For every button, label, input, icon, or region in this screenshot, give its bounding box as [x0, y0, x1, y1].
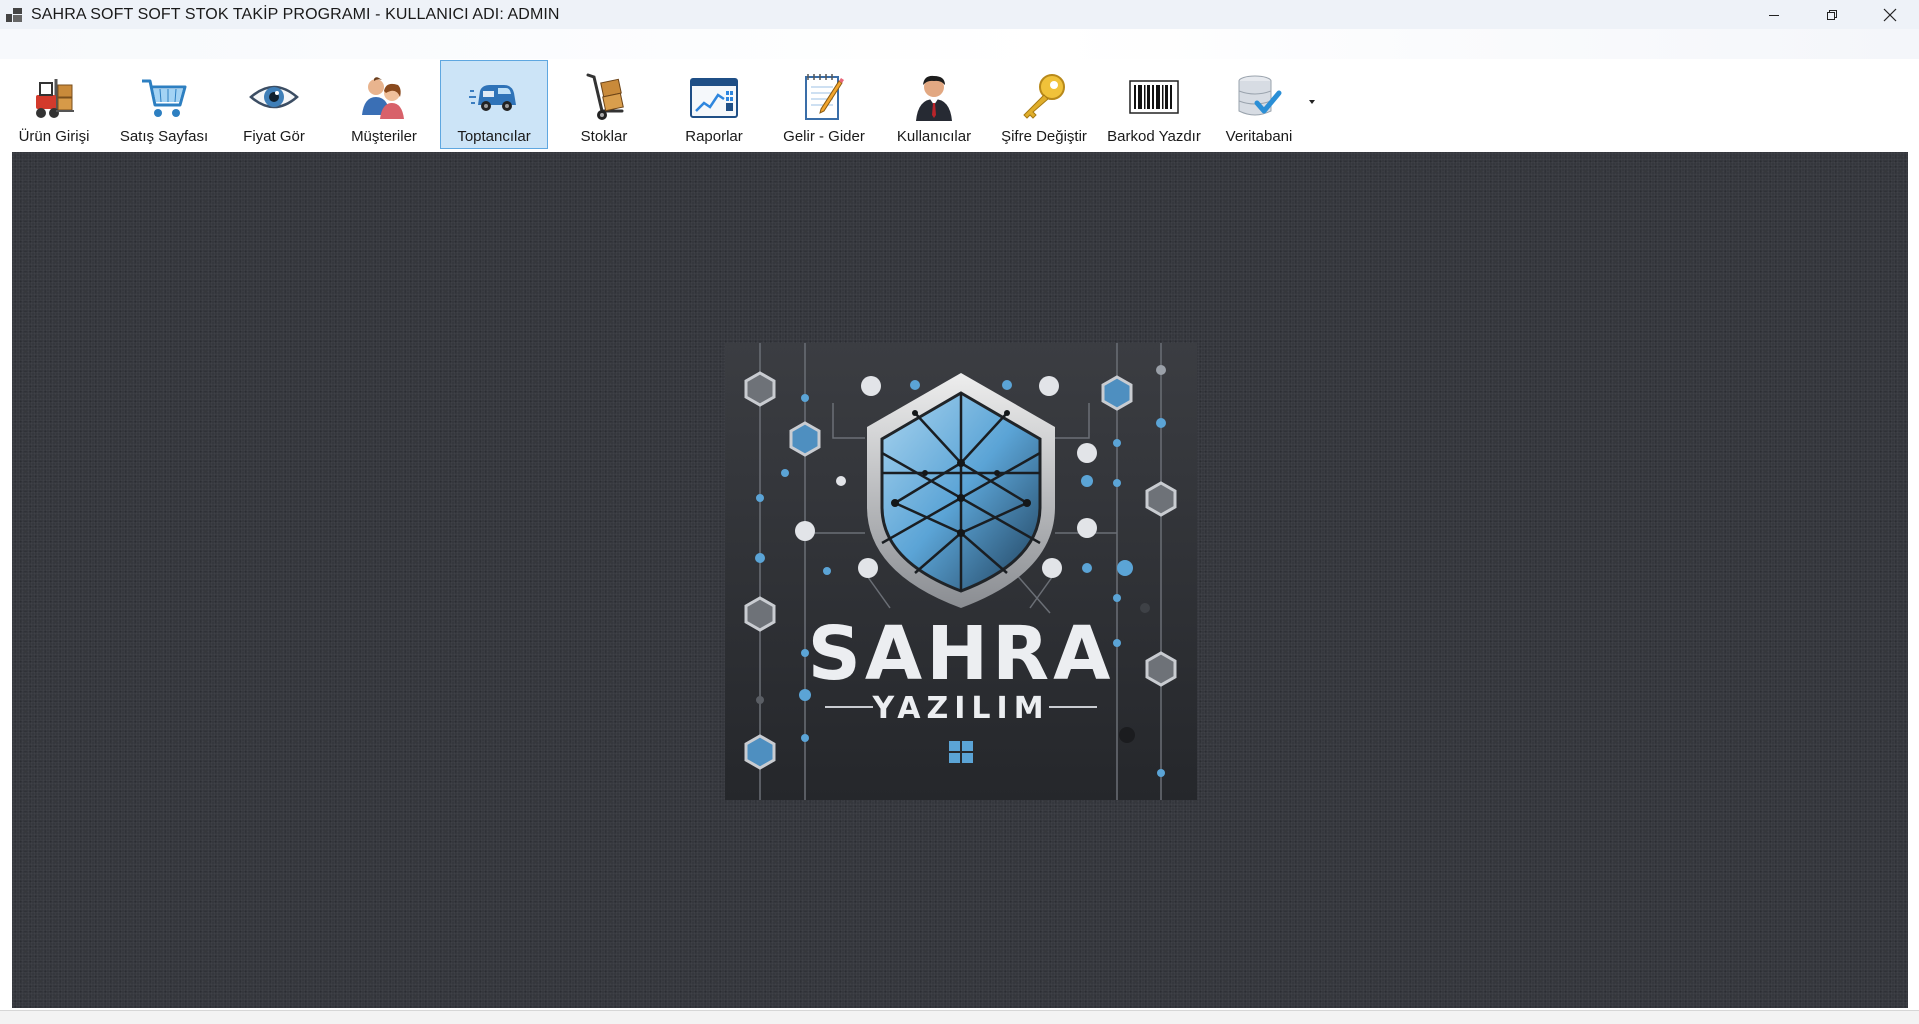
sahra-yazilim-logo: SAHRA YAZILIM [725, 343, 1197, 800]
barcode-icon [1129, 80, 1179, 114]
toolbar-label: Stoklar [580, 128, 628, 145]
satis-sayfasi-button[interactable]: Satış Sayfası [110, 60, 218, 149]
logo-subtitle: YAZILIM [871, 691, 1049, 726]
notepad-pencil-icon [805, 74, 844, 120]
menu-strip [0, 29, 1919, 59]
window-controls [1745, 0, 1919, 29]
user-icon [916, 75, 952, 121]
toolbar-label: Veritabani [1225, 128, 1293, 145]
restore-button[interactable] [1803, 0, 1861, 29]
close-button[interactable] [1861, 0, 1919, 29]
delivery-truck-icon [469, 85, 516, 111]
toolbar-overflow-dropdown[interactable] [1309, 100, 1315, 104]
toolbar-label: Müşteriler [351, 128, 417, 145]
title-bar: SAHRA SOFT SOFT STOK TAKİP PROGRAMI - KU… [0, 0, 1919, 29]
app-window-icon [6, 7, 22, 22]
report-chart-icon [690, 78, 738, 118]
shopping-cart-icon [142, 79, 187, 117]
hand-truck-icon [586, 73, 624, 120]
raporlar-button[interactable]: Raporlar [660, 60, 768, 149]
urun-girisi-button[interactable]: Ürün Girişi [0, 60, 108, 149]
sifre-degistir-button[interactable]: Şifre Değiştir [990, 60, 1098, 149]
toolbar-label: Kullanıcılar [896, 128, 972, 145]
toolbar-label: Raporlar [685, 128, 743, 145]
toolbar-label: Şifre Değiştir [1001, 128, 1087, 145]
database-icon [1238, 75, 1282, 116]
toolbar-label: Fiyat Gör [243, 128, 305, 145]
veritabani-button[interactable]: Veritabani [1205, 60, 1313, 149]
toolbar-label: Toptancılar [457, 128, 531, 145]
toolbar-label: Ürün Girişi [18, 128, 90, 145]
gelir-gider-button[interactable]: Gelir - Gider [770, 60, 878, 149]
status-bar [0, 1010, 1919, 1024]
logo-title: SAHRA [808, 611, 1115, 697]
close-icon [1883, 8, 1897, 21]
fiyat-gor-button[interactable]: Fiyat Gör [220, 60, 328, 149]
customers-icon [362, 77, 404, 119]
minimize-button[interactable] [1745, 0, 1803, 29]
stoklar-button[interactable]: Stoklar [550, 60, 658, 149]
eye-icon [249, 85, 299, 109]
toolbar-label: Satış Sayfası [119, 128, 209, 145]
toolbar-label: Gelir - Gider [783, 128, 865, 145]
barkod-yazdir-button[interactable]: Barkod Yazdır [1100, 60, 1208, 149]
restore-icon [1827, 9, 1837, 20]
minimize-icon [1769, 14, 1779, 16]
key-icon [1023, 74, 1065, 119]
kullanicilar-button[interactable]: Kullanıcılar [880, 60, 988, 149]
main-content-area: SAHRA YAZILIM [12, 152, 1908, 1008]
toolbar-label: Barkod Yazdır [1107, 128, 1201, 145]
main-toolbar: Ürün Girişi Satış Sayfası Fiyat Gör Müşt… [0, 59, 1919, 151]
musteriler-button[interactable]: Müşteriler [330, 60, 438, 149]
toptancilar-button[interactable]: Toptancılar [440, 60, 548, 149]
forklift-icon [36, 79, 74, 118]
window-title: SAHRA SOFT SOFT STOK TAKİP PROGRAMI - KU… [31, 5, 560, 23]
